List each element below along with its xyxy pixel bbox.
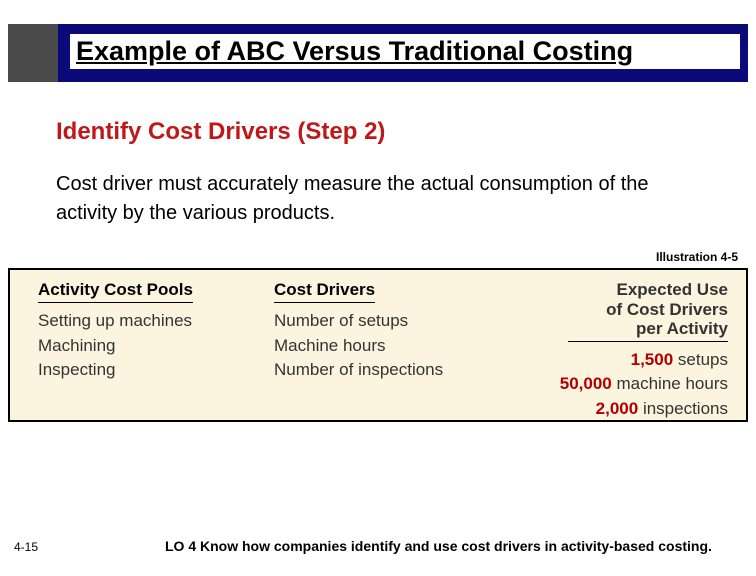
table-col-expected: Expected Use of Cost Drivers per Activit… bbox=[508, 280, 728, 410]
learning-objective: LO 4 Know how companies identify and use… bbox=[165, 538, 712, 554]
expected-value: 1,500 bbox=[631, 350, 674, 369]
expected-unit: setups bbox=[678, 350, 728, 369]
expected-value: 2,000 bbox=[596, 399, 639, 418]
slide-title: Example of ABC Versus Traditional Costin… bbox=[70, 34, 740, 69]
table-cell: Number of setups bbox=[274, 309, 494, 334]
title-bar-accent bbox=[8, 24, 58, 82]
header-rule bbox=[568, 341, 728, 342]
col-header-pools: Activity Cost Pools bbox=[38, 280, 193, 303]
page-number: 4-15 bbox=[14, 540, 38, 554]
table-col-pools: Activity Cost Pools Setting up machines … bbox=[38, 280, 260, 410]
expected-unit: machine hours bbox=[616, 374, 728, 393]
illustration-table: Activity Cost Pools Setting up machines … bbox=[8, 268, 748, 422]
body-paragraph: Cost driver must accurately measure the … bbox=[56, 170, 706, 228]
table-cell: Setting up machines bbox=[38, 309, 260, 334]
section-subtitle: Identify Cost Drivers (Step 2) bbox=[56, 118, 385, 146]
illustration-label: Illustration 4-5 bbox=[656, 250, 738, 264]
header-line: per Activity bbox=[636, 319, 728, 339]
table-cell: Number of inspections bbox=[274, 358, 494, 383]
expected-unit: inspections bbox=[643, 399, 728, 418]
table-cell: Machine hours bbox=[274, 334, 494, 359]
table-cell: 50,000 machine hours bbox=[508, 372, 728, 397]
col-header-drivers: Cost Drivers bbox=[274, 280, 375, 303]
table-cell: Machining bbox=[38, 334, 260, 359]
table-cell: Inspecting bbox=[38, 358, 260, 383]
table-cell: 2,000 inspections bbox=[508, 397, 728, 422]
expected-value: 50,000 bbox=[560, 374, 612, 393]
col-header-expected: Expected Use of Cost Drivers per Activit… bbox=[508, 280, 728, 339]
table-col-drivers: Cost Drivers Number of setups Machine ho… bbox=[274, 280, 494, 410]
table-cell: 1,500 setups bbox=[508, 348, 728, 373]
header-line: of Cost Drivers bbox=[606, 300, 728, 320]
header-line: Expected Use bbox=[617, 280, 729, 300]
